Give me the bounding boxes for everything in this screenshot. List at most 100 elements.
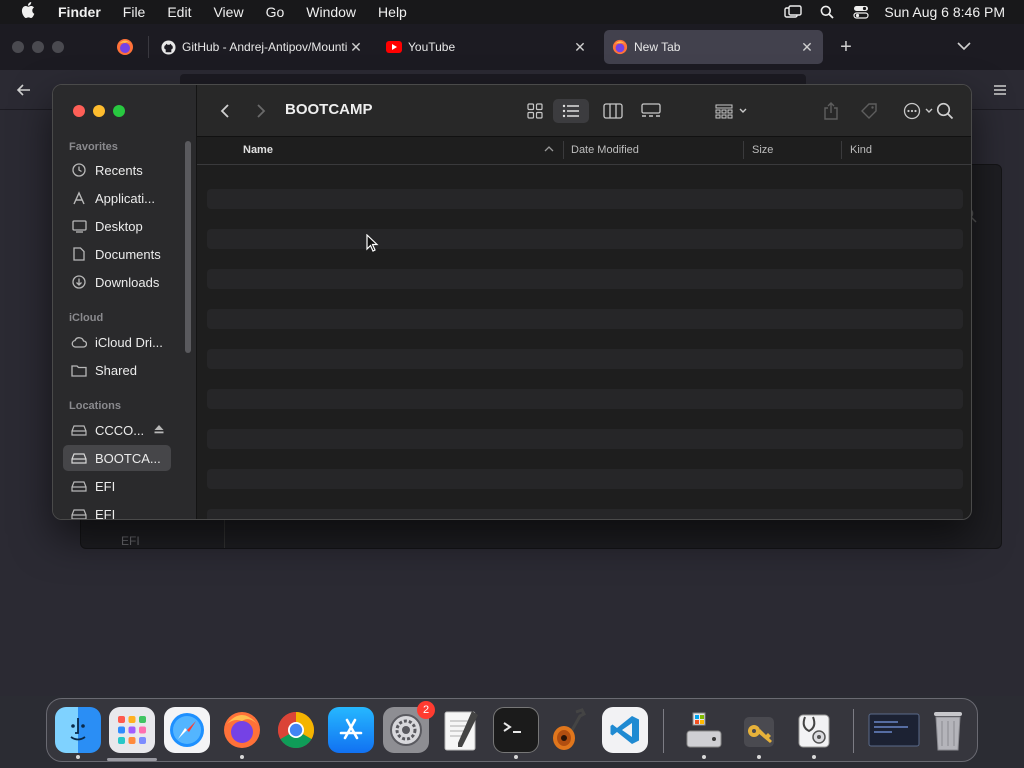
download-icon: [71, 274, 87, 290]
menu-edit[interactable]: Edit: [156, 4, 202, 20]
sidebar-item-shared[interactable]: Shared: [63, 357, 171, 383]
finder-sidebar: Favorites Recents Applicati... Desktop D…: [53, 85, 197, 519]
column-header-kind[interactable]: Kind: [850, 144, 872, 156]
sidebar-item-bootcamp[interactable]: BOOTCA...: [63, 445, 171, 471]
sidebar-scrollbar[interactable]: [185, 141, 191, 353]
sidebar-header-icloud: iCloud: [69, 312, 104, 324]
sidebar-item-efi[interactable]: EFI: [63, 473, 171, 499]
tab-title: GitHub - Andrej-Antipov/Mounti: [182, 40, 348, 54]
keychain-icon[interactable]: [736, 707, 782, 753]
browser-zoom-button[interactable]: [52, 41, 64, 53]
back-arrow-icon[interactable]: [14, 80, 34, 100]
column-divider[interactable]: [841, 141, 842, 159]
dock-scroll-indicator: [107, 758, 157, 761]
terminal-icon[interactable]: [493, 707, 539, 753]
screen-mirroring-icon[interactable]: [776, 0, 810, 24]
column-header-size[interactable]: Size: [752, 144, 773, 156]
gallery-view-icon[interactable]: [639, 99, 663, 123]
column-header-name[interactable]: Name: [243, 144, 273, 156]
disk-utility-icon[interactable]: [791, 707, 837, 753]
garageband-icon[interactable]: [547, 707, 593, 753]
close-icon[interactable]: ✕: [348, 39, 364, 56]
tab-new-tab[interactable]: New Tab ✕: [604, 30, 823, 64]
trash-icon[interactable]: [925, 707, 971, 753]
menu-app-name[interactable]: Finder: [52, 4, 112, 20]
control-center-icon[interactable]: [844, 0, 878, 24]
finder-window: Favorites Recents Applicati... Desktop D…: [52, 84, 972, 520]
sidebar-header-favorites: Favorites: [69, 141, 118, 153]
list-view-icon[interactable]: [553, 99, 589, 123]
column-divider[interactable]: [563, 141, 564, 159]
minimize-button[interactable]: [93, 105, 105, 117]
github-icon: [160, 39, 176, 55]
group-icon[interactable]: [711, 99, 755, 123]
launchpad-icon[interactable]: [109, 707, 155, 753]
sidebar-item-documents[interactable]: Documents: [63, 241, 171, 267]
apple-logo-icon[interactable]: [18, 2, 38, 22]
new-tab-button[interactable]: +: [836, 36, 856, 59]
back-icon[interactable]: [213, 99, 237, 123]
list-row-stripe: [207, 349, 963, 369]
menu-icon[interactable]: [990, 80, 1010, 100]
settings-icon[interactable]: 2: [383, 701, 435, 753]
sidebar-item-label: EFI: [95, 506, 116, 520]
sidebar-item-ccco[interactable]: CCCO...: [63, 417, 171, 443]
bootcamp-icon[interactable]: [681, 707, 727, 753]
finder-icon[interactable]: [55, 707, 101, 753]
zoom-button[interactable]: [113, 105, 125, 117]
menu-clock[interactable]: Sun Aug 6 8:46 PM: [878, 4, 1024, 20]
chevron-down-icon[interactable]: [954, 36, 974, 56]
browser-close-button[interactable]: [12, 41, 24, 53]
forward-icon[interactable]: [249, 99, 273, 123]
search-icon[interactable]: [933, 99, 957, 123]
window-thumbnail-icon[interactable]: [867, 707, 921, 753]
tab-separator: [148, 36, 149, 58]
list-row-stripe: [207, 389, 963, 409]
column-view-icon[interactable]: [601, 99, 625, 123]
share-icon[interactable]: [819, 99, 843, 123]
eject-icon[interactable]: [153, 423, 167, 437]
browser-minimize-button[interactable]: [32, 41, 44, 53]
close-icon[interactable]: ✕: [572, 39, 588, 56]
safari-icon[interactable]: [164, 707, 210, 753]
dock-separator: [663, 709, 664, 753]
menu-file[interactable]: File: [112, 4, 157, 20]
firefox-icon[interactable]: [219, 707, 265, 753]
sidebar-item-recents[interactable]: Recents: [63, 157, 171, 183]
firefox-view-icon[interactable]: [116, 38, 134, 56]
menu-view[interactable]: View: [202, 4, 254, 20]
menu-window[interactable]: Window: [295, 4, 367, 20]
sidebar-item-icloud-drive[interactable]: iCloud Dri...: [63, 329, 171, 355]
sidebar-item-desktop[interactable]: Desktop: [63, 213, 171, 239]
list-row-stripe: [207, 229, 963, 249]
tab-title: YouTube: [408, 40, 456, 54]
drive-icon: [71, 422, 87, 438]
menu-go[interactable]: Go: [255, 4, 296, 20]
icon-view-icon[interactable]: [523, 99, 547, 123]
browser-window-controls[interactable]: [12, 41, 64, 53]
column-divider[interactable]: [743, 141, 744, 159]
close-button[interactable]: [73, 105, 85, 117]
search-icon[interactable]: [810, 0, 844, 24]
tab-youtube[interactable]: YouTube ✕: [386, 30, 596, 64]
sidebar-item-label: iCloud Dri...: [95, 334, 163, 350]
dock-separator: [853, 709, 854, 753]
desktop-icon: [71, 218, 87, 234]
menu-help[interactable]: Help: [367, 4, 418, 20]
column-header: Name Date Modified Size Kind: [197, 137, 971, 165]
sidebar-item-efi-2[interactable]: EFI: [63, 501, 171, 520]
vscode-icon[interactable]: [602, 707, 648, 753]
sidebar-item-downloads[interactable]: Downloads: [63, 269, 171, 295]
textedit-icon[interactable]: [438, 707, 484, 753]
sidebar-item-label: Documents: [95, 246, 161, 262]
tab-github[interactable]: GitHub - Andrej-Antipov/Mounti ✕: [160, 30, 374, 64]
file-list[interactable]: [197, 165, 971, 519]
close-icon[interactable]: ✕: [799, 39, 815, 56]
chrome-icon[interactable]: [273, 707, 319, 753]
app-store-icon[interactable]: [328, 707, 374, 753]
sort-ascending-icon[interactable]: [543, 143, 555, 155]
column-header-date-modified[interactable]: Date Modified: [571, 144, 639, 156]
sidebar-item-label: BOOTCA...: [95, 450, 161, 466]
tag-icon[interactable]: [857, 99, 881, 123]
sidebar-item-applications[interactable]: Applicati...: [63, 185, 171, 211]
